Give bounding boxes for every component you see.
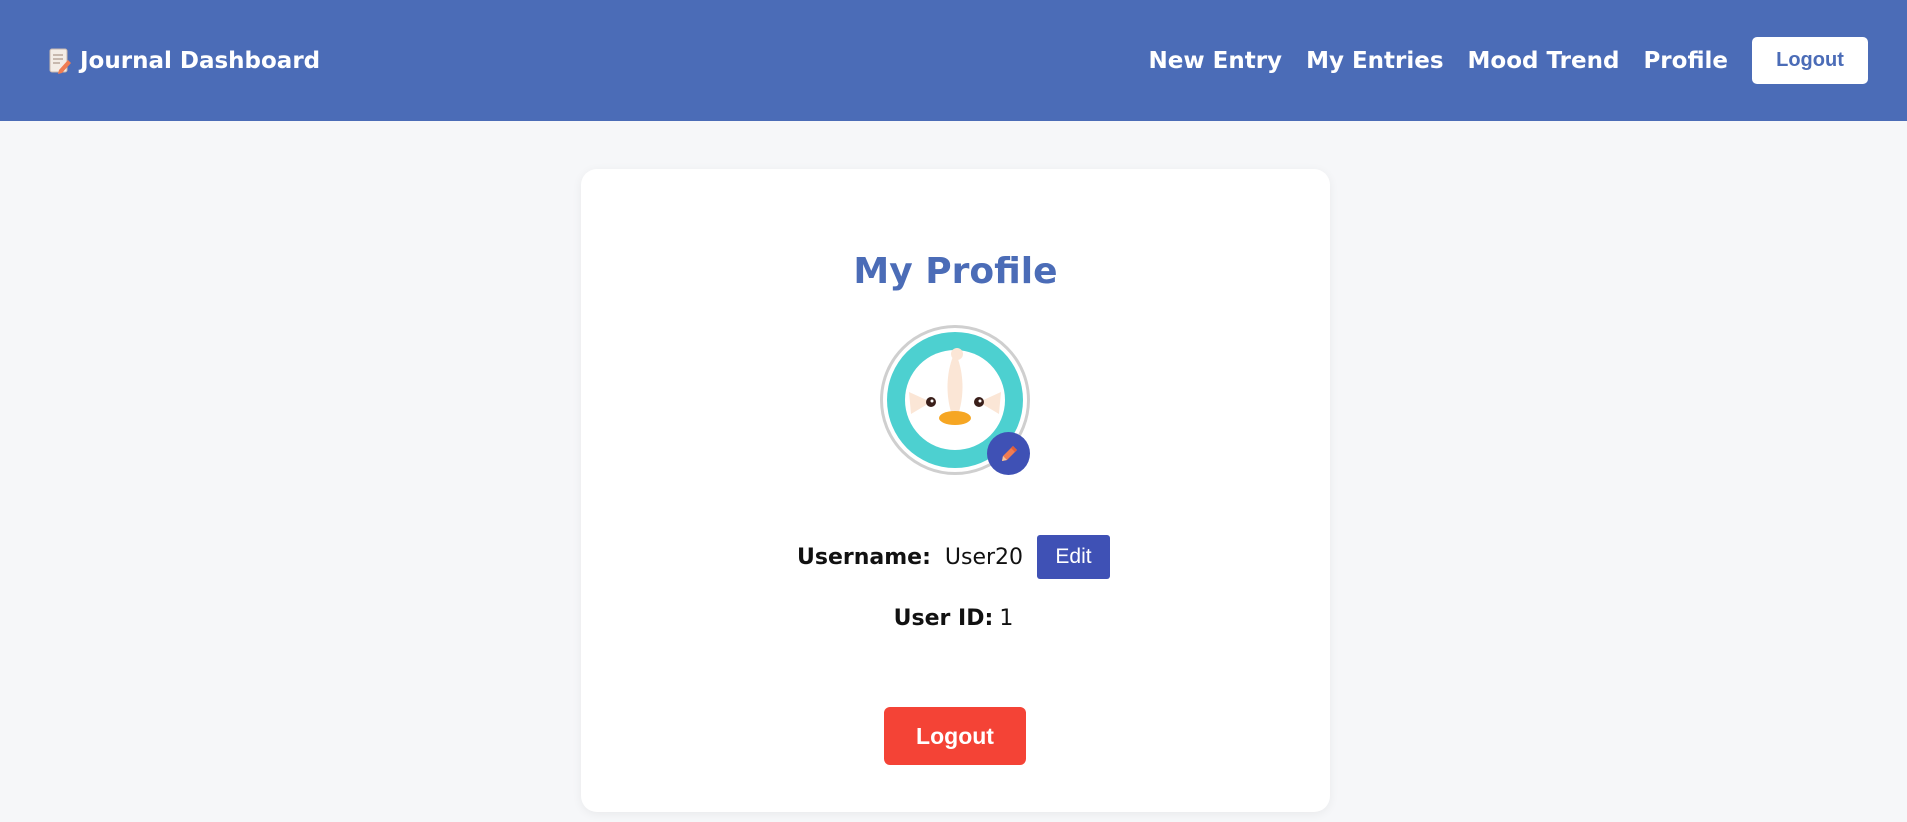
user-id-label: User ID: (893, 606, 994, 631)
user-id-value: 1 (999, 606, 1014, 631)
edit-username-button[interactable]: Edit (1037, 535, 1111, 579)
nav-new-entry[interactable]: New Entry (1149, 48, 1283, 74)
nav-links: New Entry My Entries Mood Trend Profile … (1149, 37, 1868, 84)
pencil-icon (1001, 445, 1017, 461)
navbar-logout-button[interactable]: Logout (1752, 37, 1868, 84)
nav-profile[interactable]: Profile (1643, 48, 1728, 74)
top-navbar: Journal Dashboard New Entry My Entries M… (0, 0, 1907, 121)
nav-my-entries[interactable]: My Entries (1306, 48, 1443, 74)
user-id-row: User ID: 1 (0, 606, 1907, 631)
nav-mood-trend[interactable]: Mood Trend (1468, 48, 1620, 74)
username-row: Username: User20 Edit (0, 535, 1907, 579)
logout-button[interactable]: Logout (884, 707, 1026, 765)
brand-link[interactable]: Journal Dashboard (48, 48, 320, 74)
edit-avatar-button[interactable] (987, 432, 1030, 475)
username-label: Username: (796, 544, 931, 570)
memo-icon (48, 48, 72, 74)
page-title: My Profile (853, 251, 1058, 292)
brand-title: Journal Dashboard (80, 47, 321, 74)
username-value: User20 (944, 544, 1024, 570)
